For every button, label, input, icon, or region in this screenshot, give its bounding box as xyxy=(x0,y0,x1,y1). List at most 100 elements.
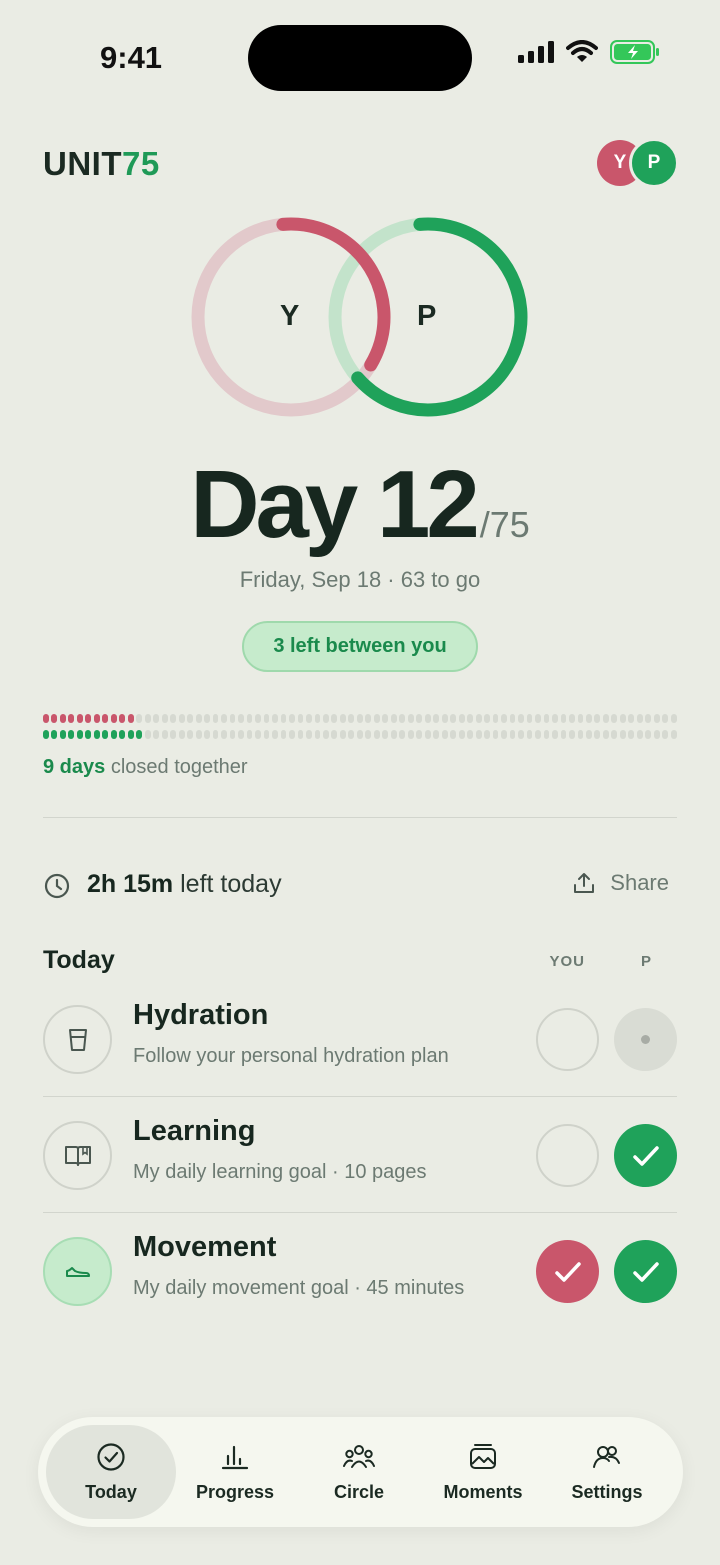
avatar-partner[interactable]: P xyxy=(629,138,679,188)
task-hydration[interactable]: Hydration Follow your personal hydration… xyxy=(43,995,677,1111)
streak-dot xyxy=(136,730,143,739)
streak-dot xyxy=(187,714,194,723)
streak-dot xyxy=(322,730,329,739)
tab-label: Progress xyxy=(195,1481,275,1502)
streak-dot xyxy=(212,714,219,723)
streak-dot xyxy=(382,730,389,739)
streak-dot xyxy=(450,714,457,723)
tab-settings[interactable]: Settings xyxy=(542,1425,672,1519)
avatar-group[interactable]: Y P xyxy=(597,138,679,188)
tab-label: Settings xyxy=(571,1481,643,1502)
streak-dot xyxy=(569,714,575,723)
streak-dot xyxy=(407,714,414,723)
streak-dot xyxy=(178,714,185,723)
battery-charging-icon xyxy=(610,40,659,64)
brand-accent: 75 xyxy=(122,145,160,182)
streak-dot xyxy=(586,730,592,739)
tab-circle[interactable]: Circle xyxy=(294,1425,424,1519)
streak-dot xyxy=(611,714,618,723)
streak-dot xyxy=(119,730,126,739)
streak-dot xyxy=(484,730,490,739)
streak-dot xyxy=(314,714,321,723)
streak-dot xyxy=(339,714,346,723)
streak-dot xyxy=(51,730,58,739)
bar-chart-icon xyxy=(221,1445,249,1469)
streak-dot xyxy=(144,730,151,739)
streak-dot xyxy=(272,714,278,723)
book-icon xyxy=(43,1121,112,1190)
you-check-toggle[interactable] xyxy=(536,1240,599,1303)
you-ring-label: Y xyxy=(280,300,300,332)
cup-icon xyxy=(43,1005,112,1074)
streak-dot xyxy=(458,714,465,723)
streak-dot xyxy=(297,730,304,739)
streak-dot xyxy=(441,714,448,723)
time-left-text: 2h 15m left today xyxy=(87,870,282,899)
streak-dot xyxy=(59,730,66,739)
streak-dot xyxy=(297,714,304,723)
streak-dot xyxy=(246,730,253,739)
task-subtitle: My daily learning goal · 10 pages xyxy=(133,1161,427,1183)
streak-dot xyxy=(662,730,669,739)
streak-dot xyxy=(221,714,227,723)
streak-dot xyxy=(238,714,244,723)
streak-dot xyxy=(670,730,677,739)
time-left-value: 2h 15m xyxy=(87,870,174,898)
streak-dot xyxy=(399,714,406,723)
users-settings-icon xyxy=(593,1445,620,1468)
rings-svg xyxy=(191,217,528,417)
streak-dot xyxy=(458,730,465,739)
streak-days: 9 days xyxy=(43,756,106,778)
you-check-toggle[interactable] xyxy=(536,1124,599,1187)
share-button[interactable]: Share xyxy=(572,870,669,896)
streak-dot xyxy=(263,714,270,723)
task-subtitle: My daily movement goal · 45 minutes xyxy=(133,1277,465,1299)
streak-dot xyxy=(348,730,355,739)
progress-rings: Y P xyxy=(180,205,540,430)
streak-dot xyxy=(280,730,287,739)
divider xyxy=(43,1096,677,1097)
signal-icon xyxy=(518,41,554,63)
time-left-suffix: left today xyxy=(173,870,282,898)
task-learning[interactable]: Learning My daily learning goal · 10 pag… xyxy=(43,1111,677,1227)
streak-dot xyxy=(526,730,533,739)
streak-dot xyxy=(43,730,49,739)
check-circle-icon xyxy=(97,1442,125,1471)
tab-today[interactable]: Today xyxy=(46,1425,176,1519)
streak-dot xyxy=(102,730,109,739)
task-title: Movement xyxy=(133,1231,277,1263)
partner-check-done xyxy=(614,1240,677,1303)
streak-dot xyxy=(594,730,601,739)
streak-dot xyxy=(670,714,677,723)
streak-dot xyxy=(229,714,236,723)
task-title: Learning xyxy=(133,1115,256,1147)
streak-dot xyxy=(535,730,541,739)
tab-moments[interactable]: Moments xyxy=(418,1425,548,1519)
streak-dot xyxy=(238,730,244,739)
streak-dot xyxy=(51,714,58,723)
status-time: 9:41 xyxy=(100,40,163,75)
streak-dot xyxy=(255,714,261,723)
streak-dot xyxy=(93,730,100,739)
streak-dot xyxy=(59,714,66,723)
streak-dot xyxy=(170,714,177,723)
streak-dot xyxy=(373,714,380,723)
streak-dot xyxy=(306,714,312,723)
streak-dot xyxy=(195,730,202,739)
checkmark-icon xyxy=(554,1261,581,1282)
streak-dot xyxy=(102,714,109,723)
tab-progress[interactable]: Progress xyxy=(170,1425,300,1519)
streak-dot xyxy=(76,714,83,723)
streak-dot xyxy=(212,730,219,739)
streak-dot xyxy=(594,714,601,723)
streak-dot xyxy=(433,730,440,739)
streak-dot xyxy=(586,714,592,723)
column-partner: P xyxy=(640,953,651,970)
streak-dot xyxy=(416,730,423,739)
task-movement[interactable]: Movement My daily movement goal · 45 min… xyxy=(43,1227,677,1343)
time-left-row: 2h 15m left today Share xyxy=(43,866,677,906)
streak-dot xyxy=(263,730,270,739)
streak-dot xyxy=(110,730,117,739)
share-label: Share xyxy=(610,870,669,895)
you-check-toggle[interactable] xyxy=(536,1008,599,1071)
